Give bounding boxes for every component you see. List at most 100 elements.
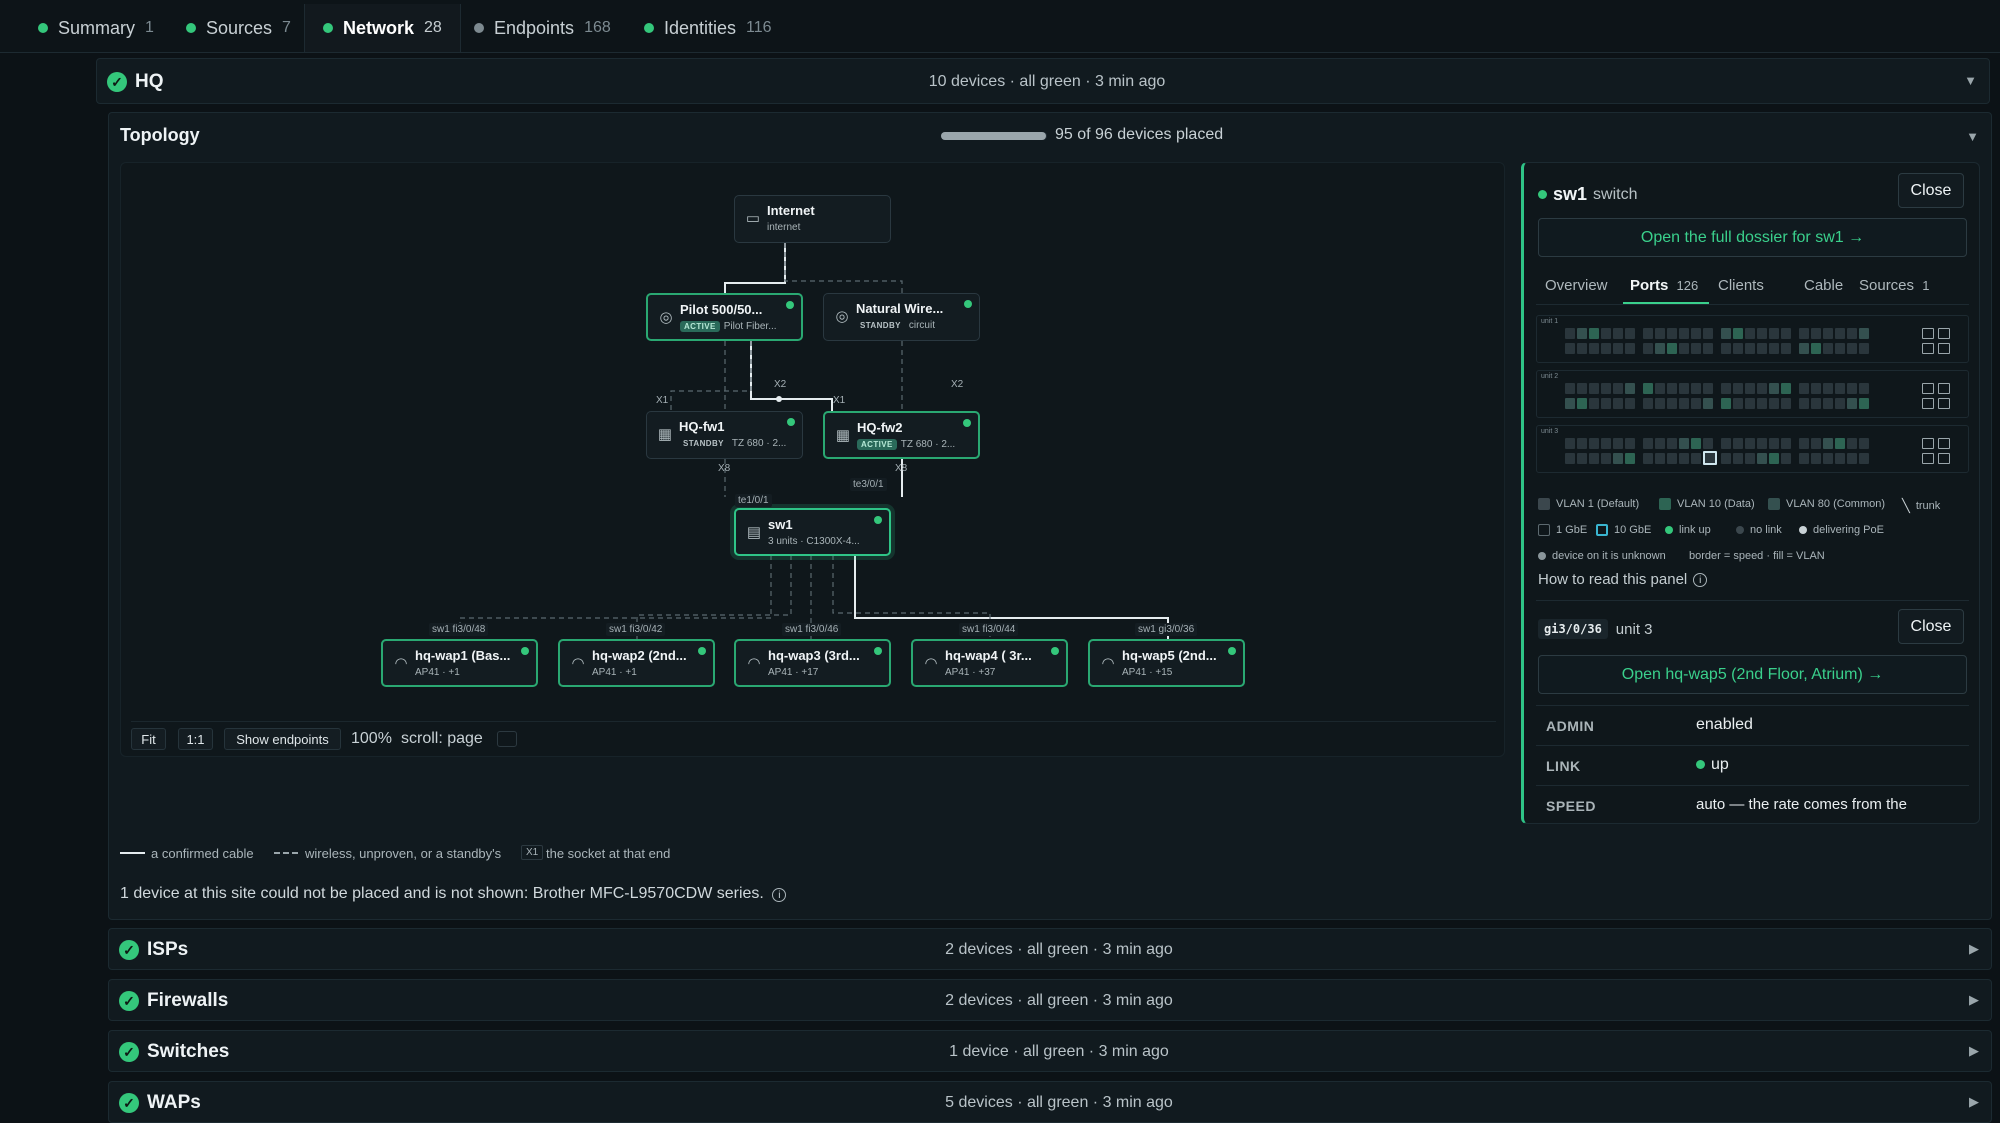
chevron-down-icon[interactable]: ▼: [1964, 73, 1977, 88]
port-cell[interactable]: [1823, 398, 1833, 409]
port-cell[interactable]: [1781, 438, 1791, 449]
port-cell[interactable]: [1823, 453, 1833, 464]
port-cell[interactable]: [1589, 383, 1599, 394]
port-cell[interactable]: [1769, 398, 1779, 409]
sfp-port-cell[interactable]: [1922, 398, 1934, 409]
port-cell[interactable]: [1613, 453, 1623, 464]
port-cell[interactable]: [1679, 343, 1689, 354]
port-cell[interactable]: [1811, 438, 1821, 449]
port-cell[interactable]: [1799, 383, 1809, 394]
port-cell[interactable]: [1733, 383, 1743, 394]
node-natural-wireless[interactable]: ◎ Natural Wire... STANDBY circuit: [823, 293, 980, 341]
section-switches[interactable]: ✓ Switches 1 device · all green · 3 min …: [108, 1030, 1992, 1072]
port-cell[interactable]: [1589, 438, 1599, 449]
sfp-port-cell[interactable]: [1922, 453, 1934, 464]
port-cell[interactable]: [1601, 328, 1611, 339]
port-cell[interactable]: [1847, 328, 1857, 339]
port-cell[interactable]: [1757, 383, 1767, 394]
port-cell[interactable]: [1811, 453, 1821, 464]
port-cell[interactable]: [1745, 398, 1755, 409]
port-cell[interactable]: [1769, 453, 1779, 464]
port-cell[interactable]: [1703, 451, 1717, 465]
port-cell[interactable]: [1859, 453, 1869, 464]
tab-sources[interactable]: Sources 7: [168, 4, 309, 52]
port-cell[interactable]: [1835, 328, 1845, 339]
port-cell[interactable]: [1721, 453, 1731, 464]
node-hq-fw1[interactable]: ▦ HQ-fw1 STANDBY TZ 680 · 2...: [646, 411, 803, 459]
port-cell[interactable]: [1691, 453, 1701, 464]
node-internet[interactable]: ▭ Internet internet: [734, 195, 891, 243]
port-cell[interactable]: [1721, 328, 1731, 339]
section-waps[interactable]: ✓ WAPs 5 devices · all green · 3 min ago…: [108, 1081, 1992, 1123]
port-cell[interactable]: [1847, 343, 1857, 354]
node-hq-fw2[interactable]: ▦ HQ-fw2 ACTIVE TZ 680 · 2...: [823, 411, 980, 459]
close-button[interactable]: Close: [1898, 173, 1964, 208]
port-cell[interactable]: [1577, 438, 1587, 449]
port-cell[interactable]: [1799, 343, 1809, 354]
fit-button[interactable]: Fit: [131, 728, 166, 750]
sfp-port-cell[interactable]: [1938, 328, 1950, 339]
port-cell[interactable]: [1835, 383, 1845, 394]
port-cell[interactable]: [1757, 398, 1767, 409]
port-cell[interactable]: [1613, 343, 1623, 354]
info-icon[interactable]: i: [772, 888, 787, 902]
port-cell[interactable]: [1625, 343, 1635, 354]
scroll-mode-toggle[interactable]: [497, 731, 517, 747]
port-cell[interactable]: [1835, 398, 1845, 409]
port-cell[interactable]: [1799, 438, 1809, 449]
port-cell[interactable]: [1601, 343, 1611, 354]
tab-endpoints[interactable]: Endpoints 168: [456, 4, 629, 52]
port-cell[interactable]: [1601, 398, 1611, 409]
port-cell[interactable]: [1643, 398, 1653, 409]
section-isps[interactable]: ✓ ISPs 2 devices · all green · 3 min ago…: [108, 928, 1992, 970]
port-cell[interactable]: [1781, 328, 1791, 339]
node-pilot[interactable]: ◎ Pilot 500/50... ACTIVE Pilot Fiber...: [646, 293, 803, 341]
port-cell[interactable]: [1613, 383, 1623, 394]
port-cell[interactable]: [1613, 438, 1623, 449]
port-cell[interactable]: [1745, 438, 1755, 449]
port-cell[interactable]: [1769, 343, 1779, 354]
chevron-right-icon[interactable]: ▶: [1969, 941, 1979, 957]
port-cell[interactable]: [1691, 438, 1701, 449]
port-cell[interactable]: [1643, 453, 1653, 464]
port-cell[interactable]: [1703, 438, 1713, 449]
port-cell[interactable]: [1601, 438, 1611, 449]
port-cell[interactable]: [1613, 398, 1623, 409]
sfp-port-cell[interactable]: [1938, 383, 1950, 394]
panel-tab-overview[interactable]: Overview: [1545, 277, 1608, 294]
port-cell[interactable]: [1703, 383, 1713, 394]
sfp-port-cell[interactable]: [1922, 438, 1934, 449]
port-cell[interactable]: [1565, 438, 1575, 449]
node-hq-wap2[interactable]: ◠ hq-wap2 (2nd... AP41 · +1: [558, 639, 715, 687]
port-cell[interactable]: [1667, 343, 1677, 354]
panel-tab-clients[interactable]: Clients: [1718, 277, 1764, 294]
port-cell[interactable]: [1667, 438, 1677, 449]
port-cell[interactable]: [1565, 453, 1575, 464]
sfp-port-cell[interactable]: [1938, 398, 1950, 409]
tab-summary[interactable]: Summary 1: [20, 4, 172, 52]
port-cell[interactable]: [1733, 398, 1743, 409]
port-cell[interactable]: [1625, 453, 1635, 464]
port-cell[interactable]: [1691, 343, 1701, 354]
port-cell[interactable]: [1811, 328, 1821, 339]
chevron-right-icon[interactable]: ▶: [1969, 1094, 1979, 1110]
port-cell[interactable]: [1859, 343, 1869, 354]
node-hq-wap3[interactable]: ◠ hq-wap3 (3rd... AP41 · +17: [734, 639, 891, 687]
port-cell[interactable]: [1691, 328, 1701, 339]
port-cell[interactable]: [1823, 343, 1833, 354]
port-cell[interactable]: [1745, 453, 1755, 464]
port-cell[interactable]: [1703, 398, 1713, 409]
sfp-port-cell[interactable]: [1938, 343, 1950, 354]
port-cell[interactable]: [1847, 438, 1857, 449]
how-to-read-link[interactable]: How to read this panel i: [1538, 571, 1708, 588]
port-cell[interactable]: [1757, 328, 1767, 339]
port-cell[interactable]: [1811, 398, 1821, 409]
port-cell[interactable]: [1679, 438, 1689, 449]
port-cell[interactable]: [1691, 398, 1701, 409]
port-cell[interactable]: [1691, 383, 1701, 394]
port-cell[interactable]: [1733, 453, 1743, 464]
port-cell[interactable]: [1565, 383, 1575, 394]
port-cell[interactable]: [1655, 383, 1665, 394]
port-cell[interactable]: [1847, 453, 1857, 464]
port-cell[interactable]: [1799, 453, 1809, 464]
